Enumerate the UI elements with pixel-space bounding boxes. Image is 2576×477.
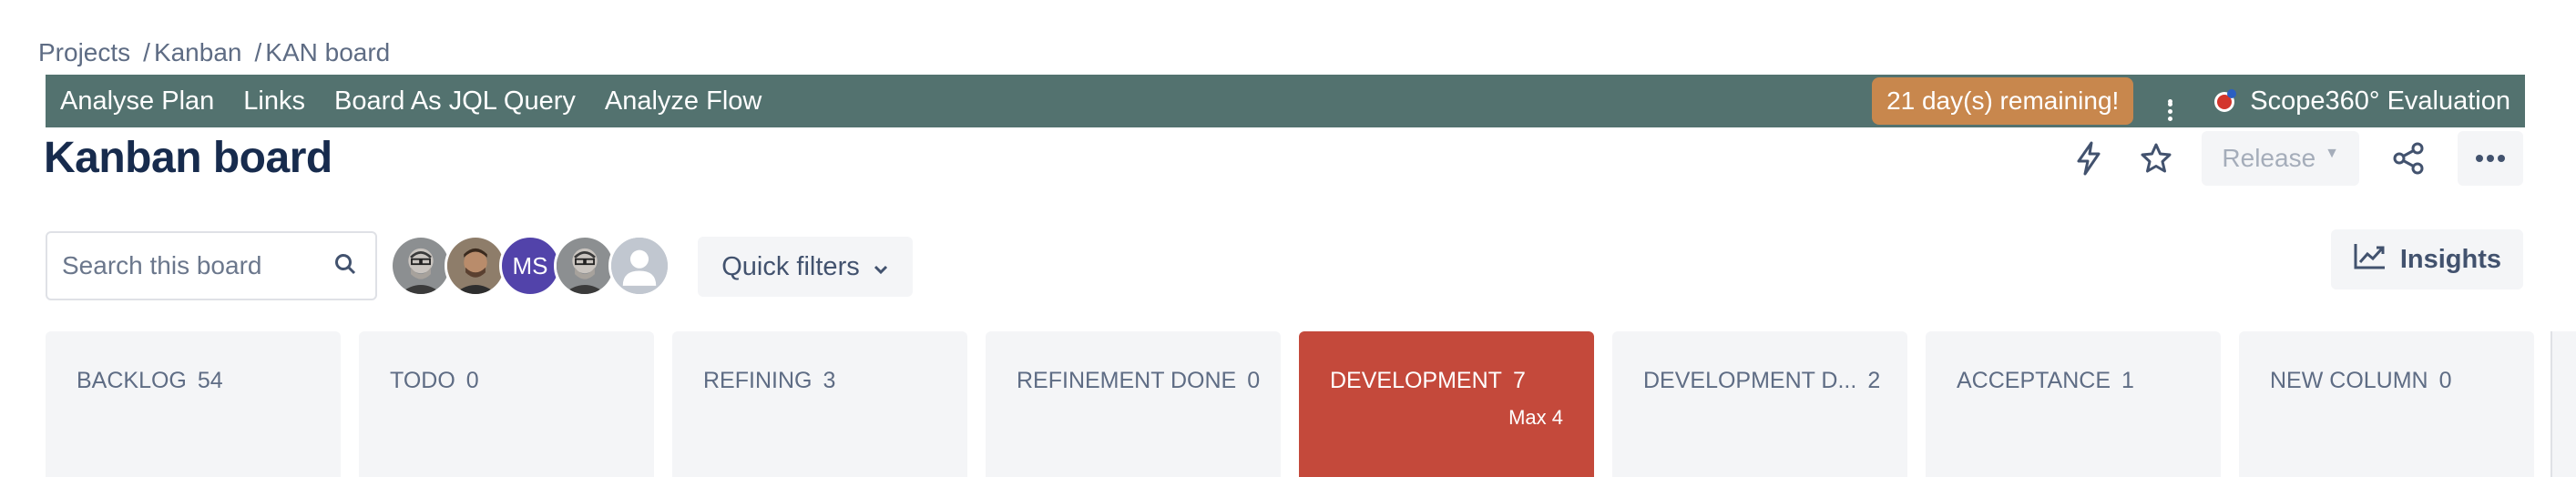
column-acceptance[interactable]: ACCEPTANCE 1 (1926, 331, 2221, 477)
column-backlog[interactable]: BACKLOG 54 (46, 331, 341, 477)
chevron-down-icon: ▼ (2325, 146, 2339, 161)
insights-label: Insights (2399, 244, 2501, 274)
star-icon[interactable] (2129, 131, 2183, 186)
breadcrumb-separator: / (143, 38, 150, 66)
avatar[interactable] (390, 235, 452, 297)
avatar[interactable] (608, 235, 670, 297)
column-title: REFINING (703, 368, 813, 393)
search-icon[interactable] (333, 252, 357, 280)
column-count: 0 (1247, 368, 1261, 393)
column-title: ACCEPTANCE (1957, 368, 2111, 393)
breadcrumb-projects[interactable]: Projects (38, 38, 130, 67)
release-button[interactable]: Release ▼ (2202, 131, 2359, 186)
release-label: Release (2222, 144, 2316, 172)
quick-filters-button[interactable]: Quick filters (698, 237, 913, 297)
board-as-jql-link[interactable]: Board As JQL Query (334, 86, 576, 117)
column-wip-limit: Max 4 (1508, 406, 1563, 429)
avatar[interactable]: MS (499, 235, 561, 297)
breadcrumb: Projects / Kanban / KAN board (38, 35, 403, 71)
column-title: NEW COLUMN (2270, 368, 2428, 393)
column-title: DEVELOPMENT (1330, 368, 1502, 393)
chevron-down-icon (873, 252, 889, 282)
column-count: 54 (197, 368, 223, 393)
board-actions: Release ▼ (2061, 131, 2523, 186)
more-icon[interactable] (2458, 131, 2523, 186)
assignee-filter-avatars: MS (390, 235, 670, 297)
search-input[interactable] (60, 250, 328, 281)
links-link[interactable]: Links (243, 86, 305, 117)
column-title: TODO (390, 368, 455, 393)
column-title: REFINEMENT DONE (1017, 368, 1237, 393)
column-count: 3 (823, 368, 836, 393)
avatar[interactable] (554, 235, 616, 297)
trend-chart-icon (2353, 241, 2387, 278)
column-refinement-done[interactable]: REFINEMENT DONE 0 (986, 331, 1281, 477)
column-count: 2 (1867, 368, 1881, 393)
column-partial[interactable] (2550, 331, 2576, 477)
breadcrumb-kan-board[interactable]: KAN board (265, 38, 390, 67)
column-refining[interactable]: REFINING 3 (672, 331, 967, 477)
plugin-toolbar: Analyse Plan Links Board As JQL Query An… (46, 75, 2525, 127)
column-count: 0 (465, 368, 479, 393)
column-title: BACKLOG (77, 368, 187, 393)
trial-remaining-badge[interactable]: 21 day(s) remaining! (1872, 77, 2134, 125)
share-icon[interactable] (2381, 131, 2436, 186)
analyse-plan-link[interactable]: Analyse Plan (60, 86, 214, 117)
column-count: 0 (2438, 368, 2452, 393)
column-count: 7 (1512, 368, 1526, 393)
quick-filters-label: Quick filters (721, 251, 860, 281)
automation-icon[interactable] (2061, 131, 2116, 186)
avatar[interactable] (445, 235, 506, 297)
plugin-menu-icon[interactable] (2152, 96, 2188, 121)
scope360-title[interactable]: Scope360° Evaluation (2250, 86, 2510, 117)
breadcrumb-kanban[interactable]: Kanban (154, 38, 242, 67)
page-title: Kanban board (44, 134, 332, 182)
column-development[interactable]: DEVELOPMENT 7 Max 4 (1299, 331, 1594, 477)
breadcrumb-separator: / (254, 38, 262, 66)
column-development-done[interactable]: DEVELOPMENT D... 2 (1612, 331, 1907, 477)
column-title: DEVELOPMENT D... (1643, 368, 1857, 393)
analyze-flow-link[interactable]: Analyze Flow (605, 86, 762, 117)
insights-button[interactable]: Insights (2330, 229, 2523, 289)
column-new-column[interactable]: NEW COLUMN 0 (2239, 331, 2534, 477)
column-todo[interactable]: TODO 0 (359, 331, 654, 477)
column-count: 1 (2121, 368, 2134, 393)
board-search (46, 231, 377, 300)
scope360-logo-icon (2212, 87, 2239, 115)
board-columns: BACKLOG 54 TODO 0 REFINING 3 REFINEMENT DON… (46, 331, 2552, 477)
